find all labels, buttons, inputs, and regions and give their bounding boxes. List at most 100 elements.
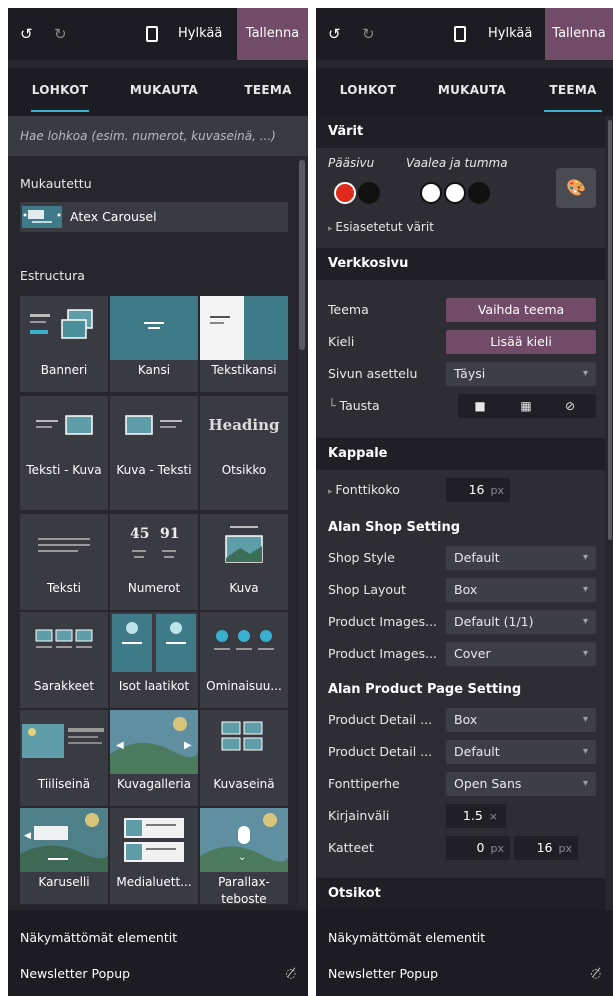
- shop-style-label: Shop Style: [328, 550, 395, 565]
- product-detail-select-2[interactable]: Default: [446, 740, 596, 764]
- media-list-illustration-icon: [110, 808, 198, 872]
- margin-a-value: 0: [476, 840, 485, 855]
- block-banner[interactable]: Banneri: [20, 296, 108, 392]
- shop-layout-select[interactable]: Box: [446, 578, 596, 602]
- page-layout-select[interactable]: Täysi: [446, 362, 596, 386]
- block-search-input[interactable]: Hae lohkoa (esim. numerot, kuvaseinä, ..…: [8, 116, 308, 156]
- block-image-text[interactable]: Kuva - Teksti: [110, 396, 198, 510]
- tab-blocks[interactable]: LOHKOT: [8, 68, 112, 116]
- tab-customize[interactable]: MUKAUTA: [420, 68, 524, 116]
- preset-colors-toggle[interactable]: ▸ Esiasetetut värit: [328, 220, 434, 234]
- light-dark-label: Vaalea ja tumma: [406, 156, 508, 170]
- block-text-cover[interactable]: Tekstikansi: [200, 296, 288, 392]
- block-text[interactable]: Teksti: [20, 514, 108, 610]
- eye-slash-icon[interactable]: ◌̸: [286, 966, 296, 980]
- font-size-input[interactable]: 16 px: [446, 478, 510, 502]
- block-text-image[interactable]: Teksti - Kuva: [20, 396, 108, 510]
- block-caption: Banneri: [40, 363, 88, 377]
- tab-theme[interactable]: TEEMA: [218, 68, 308, 116]
- big-boxes-illustration-icon: [110, 612, 198, 676]
- carousel-illustration-icon: ◀: [20, 808, 108, 872]
- add-language-button[interactable]: Lisää kieli: [446, 330, 596, 354]
- block-numbers[interactable]: 45 91 Numerot: [110, 514, 198, 610]
- cover-illustration-icon: [110, 296, 198, 360]
- editor-toolbar: ↺ ↻ Hylkää Tallenna: [8, 8, 308, 60]
- letter-spacing-input[interactable]: 1.5 ×: [446, 804, 506, 828]
- product-images-ratio-label: Product Images...: [328, 614, 438, 629]
- heading-sample-text: Heading: [208, 416, 280, 434]
- margin-input-a[interactable]: 0 px: [446, 836, 510, 860]
- scrollbar-thumb[interactable]: [608, 120, 612, 540]
- product-detail-select-1[interactable]: Box: [446, 708, 596, 732]
- redo-icon[interactable]: ↻: [362, 8, 375, 60]
- product-images-ratio-select[interactable]: Default (1/1): [446, 610, 596, 634]
- block-parallax[interactable]: ⌄ Parallax-teboste: [200, 808, 288, 904]
- font-size-value: 16: [468, 482, 485, 497]
- paragraph-header: Kappale: [316, 438, 605, 470]
- save-button[interactable]: Tallenna: [237, 8, 308, 60]
- text-illustration-icon: [20, 514, 108, 578]
- newsletter-popup-item[interactable]: Newsletter Popup: [328, 966, 438, 981]
- eye-slash-icon[interactable]: ◌̸: [591, 966, 601, 980]
- secondary-color-swatch[interactable]: [358, 182, 380, 204]
- none-icon[interactable]: ⊘: [558, 394, 582, 418]
- tab-blocks[interactable]: LOHKOT: [316, 68, 420, 116]
- theme-panel: ↺ ↻ Hylkää Tallenna LOHKOT MUKAUTA TEEMA…: [316, 8, 613, 996]
- block-caption: Teksti - Kuva: [26, 463, 102, 477]
- shop-layout-label: Shop Layout: [328, 582, 406, 597]
- custom-block-label: Atex Carousel: [70, 209, 157, 224]
- primary-color-swatch[interactable]: [334, 182, 356, 204]
- text-image-illustration-icon: [20, 396, 108, 460]
- font-family-select[interactable]: Open Sans: [446, 772, 596, 796]
- block-caption: Tiiliseinä: [37, 777, 91, 791]
- discard-button[interactable]: Hylkää: [178, 8, 222, 60]
- margin-input-b[interactable]: 16 px: [514, 836, 578, 860]
- discard-button[interactable]: Hylkää: [488, 8, 532, 60]
- block-image-gallery[interactable]: ◀ ▶ Kuvagalleria: [110, 710, 198, 806]
- change-theme-button[interactable]: Vaihda teema: [446, 298, 596, 322]
- save-button[interactable]: Tallenna: [545, 8, 613, 60]
- newsletter-popup-item[interactable]: Newsletter Popup: [20, 966, 130, 981]
- tab-customize[interactable]: MUKAUTA: [112, 68, 216, 116]
- light-color-swatch-2[interactable]: [444, 182, 466, 204]
- scrollbar-thumb[interactable]: [299, 160, 305, 350]
- palette-icon[interactable]: 🎨: [556, 168, 596, 208]
- block-media-list[interactable]: Medialuett...: [110, 808, 198, 904]
- block-image-wall[interactable]: Kuvaseinä: [200, 710, 288, 806]
- svg-text:⌄: ⌄: [238, 852, 246, 863]
- redo-icon[interactable]: ↻: [54, 8, 67, 60]
- svg-text:▶: ▶: [184, 740, 192, 751]
- undo-icon[interactable]: ↺: [20, 8, 33, 60]
- block-features[interactable]: Ominaisuu...: [200, 612, 288, 708]
- block-big-boxes[interactable]: Isot laatikot: [110, 612, 198, 708]
- tab-theme[interactable]: TEEMA: [528, 68, 613, 116]
- block-caption: Isot laatikot: [118, 679, 190, 693]
- product-images-fit-select[interactable]: Cover: [446, 642, 596, 666]
- block-columns[interactable]: Sarakkeet: [20, 612, 108, 708]
- shop-style-select[interactable]: Default: [446, 546, 596, 570]
- invisible-elements-label: Näkymättömät elementit: [20, 930, 178, 945]
- undo-icon[interactable]: ↺: [328, 8, 341, 60]
- dark-color-swatch[interactable]: [468, 182, 490, 204]
- block-image[interactable]: Kuva: [200, 514, 288, 610]
- font-size-label: ▸ Fonttikoko: [328, 482, 400, 497]
- mobile-icon[interactable]: [146, 8, 158, 60]
- heading-illustration-icon: Heading: [200, 396, 288, 460]
- block-cover[interactable]: Kansi: [110, 296, 198, 392]
- letter-spacing-unit: ×: [488, 810, 498, 823]
- mobile-icon[interactable]: [454, 8, 466, 60]
- block-caption: Kuva: [229, 581, 259, 595]
- block-caption: Kuvaseinä: [213, 777, 275, 791]
- margin-b-unit: px: [558, 842, 573, 855]
- blocks-panel: ↺ ↻ Hylkää Tallenna LOHKOT MUKAUTA TEEMA…: [8, 8, 308, 996]
- block-heading[interactable]: Heading Otsikko: [200, 396, 288, 510]
- camera-icon[interactable]: ■: [468, 394, 492, 418]
- light-color-swatch[interactable]: [420, 182, 442, 204]
- background-label: └ Tausta: [328, 398, 380, 413]
- block-carousel[interactable]: ◀ Karuselli: [20, 808, 108, 904]
- theme-label: Teema: [328, 302, 369, 317]
- preset-colors-label: Esiasetetut värit: [335, 220, 434, 234]
- custom-block-item[interactable]: Atex Carousel: [20, 202, 288, 232]
- block-masonry[interactable]: Tiiliseinä: [20, 710, 108, 806]
- grid-icon[interactable]: ▦: [514, 394, 538, 418]
